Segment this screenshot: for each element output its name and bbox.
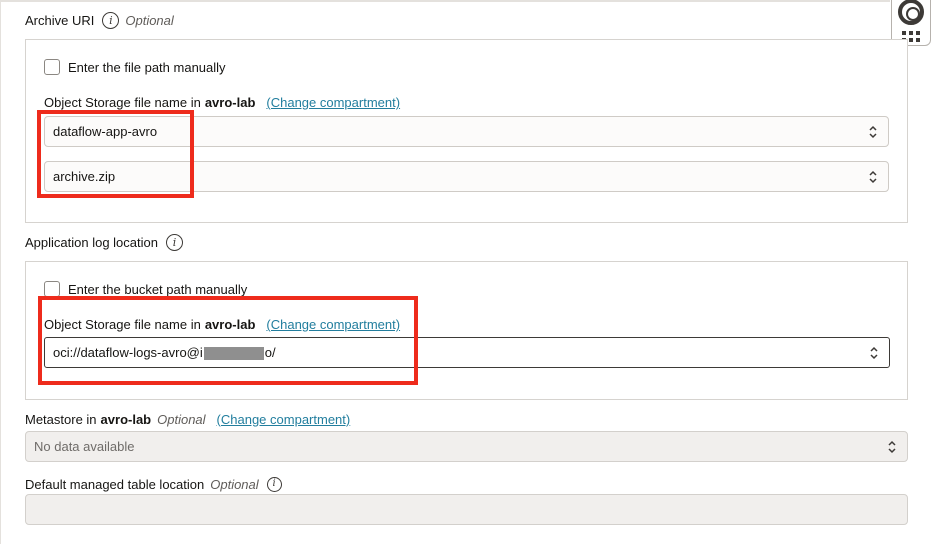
managed-table-input[interactable] [25, 494, 908, 525]
archive-uri-label-text: Archive URI [25, 12, 95, 28]
archive-manual-checkbox-label: Enter the file path manually [68, 59, 226, 75]
metastore-label-prefix: Metastore in [25, 411, 97, 427]
info-icon[interactable]: i [102, 11, 120, 29]
top-divider [0, 0, 890, 2]
checkbox-box[interactable] [44, 59, 60, 75]
highlight-box [38, 296, 418, 385]
storage-label-prefix: Object Storage file name in [44, 95, 201, 110]
chevron-up-down-icon [870, 346, 878, 360]
chevron-up-down-icon [869, 170, 877, 184]
optional-text: Optional [125, 12, 174, 28]
managed-table-label-text: Default managed table location [25, 476, 205, 492]
lifebuoy-icon[interactable] [898, 0, 924, 25]
change-compartment-link[interactable]: (Change compartment) [266, 95, 400, 110]
archive-storage-label: Object Storage file name in avro-lab (Ch… [44, 94, 400, 111]
chevron-up-down-icon [869, 125, 877, 139]
archive-uri-label: Archive URI i Optional [25, 11, 174, 29]
applog-manual-checkbox-label: Enter the bucket path manually [68, 281, 248, 297]
app-log-label: Application log location i [25, 233, 183, 251]
info-icon[interactable]: i [266, 476, 282, 492]
left-divider [0, 0, 1, 544]
select-value: No data available [34, 439, 135, 454]
highlight-box [37, 110, 194, 198]
info-icon[interactable]: i [165, 233, 183, 251]
compartment-name: avro-lab [204, 95, 256, 110]
app-log-label-text: Application log location [25, 234, 158, 250]
change-compartment-link[interactable]: (Change compartment) [217, 412, 351, 427]
optional-text: Optional [157, 411, 206, 427]
chevron-up-down-icon [888, 440, 896, 454]
compartment-name: avro-lab [100, 411, 152, 427]
optional-text: Optional [210, 476, 259, 492]
metastore-select[interactable]: No data available [25, 431, 908, 462]
metastore-label: Metastore in avro-lab Optional (Change c… [25, 410, 350, 428]
archive-manual-checkbox[interactable]: Enter the file path manually [44, 58, 226, 76]
managed-table-label: Default managed table location Optional … [25, 475, 282, 493]
checkbox-box[interactable] [44, 281, 60, 297]
